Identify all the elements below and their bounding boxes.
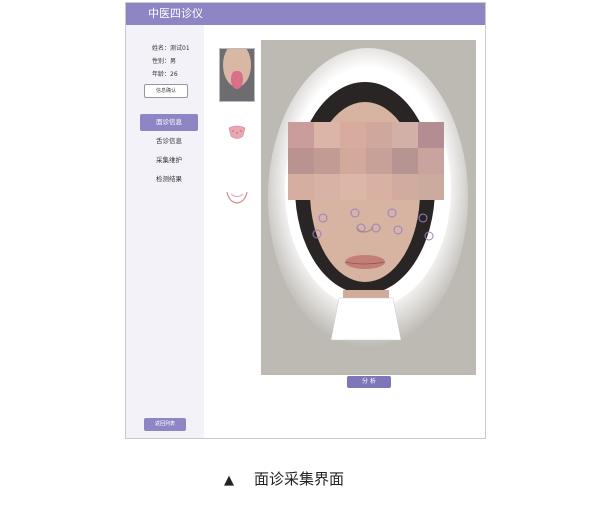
caption-text: 面诊采集界面	[254, 470, 345, 488]
sidebar-item-maintenance[interactable]: 采集维护	[140, 152, 198, 169]
sidebar-item-results[interactable]: 检测结果	[140, 171, 198, 188]
tongue-underside-thumbnail[interactable]	[219, 186, 255, 206]
sidebar-nav: 面诊信息 舌诊信息 采集维护 检测结果	[140, 114, 198, 190]
sidebar: 姓名：测试01 性别：男 年龄：26 信息确认 面诊信息 舌诊信息 采集维护 检…	[126, 25, 204, 438]
sidebar-item-face[interactable]: 面诊信息	[140, 114, 198, 131]
confirm-info-button[interactable]: 信息确认	[144, 84, 188, 98]
thumbnail-strip	[219, 48, 255, 210]
sidebar-item-tongue[interactable]: 舌诊信息	[140, 133, 198, 150]
patient-age: 年龄：26	[152, 71, 178, 78]
analyze-button[interactable]: 分 析	[347, 376, 391, 388]
back-to-list-button[interactable]: 返回列表	[144, 418, 186, 431]
tongue-top-thumbnail[interactable]	[219, 122, 255, 142]
tongue-thumbnail[interactable]	[219, 48, 255, 102]
pixelated-eye-region	[288, 122, 444, 200]
patient-name: 姓名：测试01	[152, 45, 190, 52]
patient-gender: 性别：男	[152, 58, 177, 65]
app-window: 中医四诊仪 姓名：测试01 性别：男 年龄：26 信息确认 面诊信息 舌诊信息 …	[125, 2, 486, 439]
figure-caption: ▲ 面诊采集界面	[224, 466, 404, 492]
thumbnail-tongue	[231, 71, 243, 89]
app-title: 中医四诊仪	[126, 3, 485, 25]
face-capture-photo	[261, 40, 476, 375]
patient-info: 姓名：测试01 性别：男 年龄：26	[152, 42, 190, 81]
triangle-up-icon: ▲	[224, 473, 234, 488]
